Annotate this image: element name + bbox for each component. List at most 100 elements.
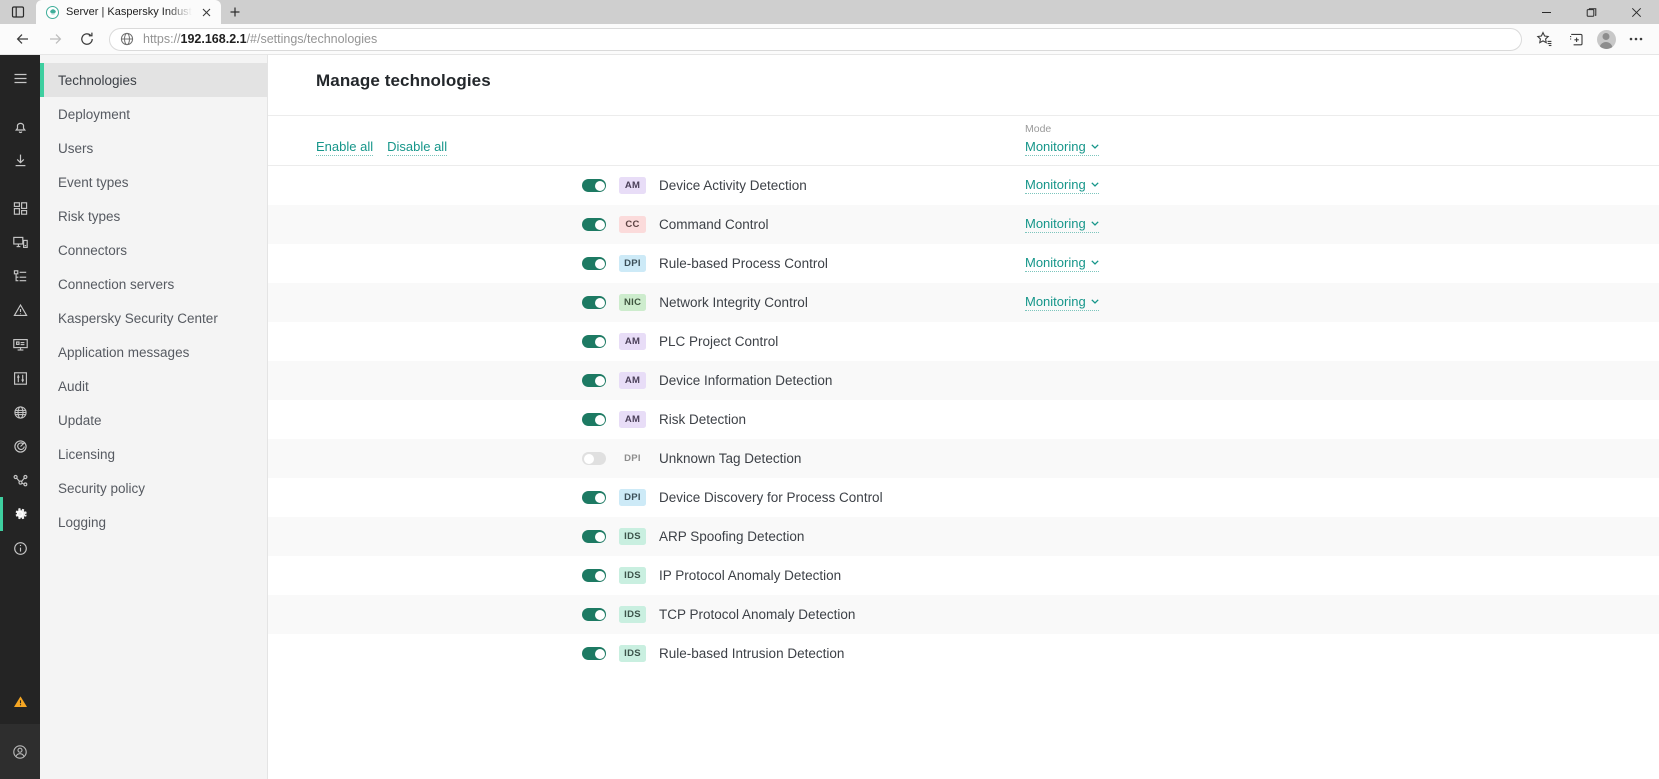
technology-toggle[interactable]: [582, 257, 606, 270]
technology-toggle[interactable]: [582, 647, 606, 660]
technology-toggle[interactable]: [582, 374, 606, 387]
devices-icon[interactable]: [0, 225, 40, 259]
window-close-icon[interactable]: [1614, 0, 1659, 24]
traffic-sliders-icon[interactable]: [0, 361, 40, 395]
bulk-mode-dropdown[interactable]: Monitoring: [1025, 139, 1099, 156]
technology-toggle[interactable]: [582, 179, 606, 192]
nodes-graph-icon[interactable]: [0, 463, 40, 497]
monitor-icon[interactable]: [0, 327, 40, 361]
sidebar-item-label: Application messages: [58, 344, 190, 360]
back-arrow-icon[interactable]: [8, 26, 38, 52]
technology-label: TCP Protocol Anomaly Detection: [659, 607, 856, 622]
technology-mode-value: Monitoring: [1025, 255, 1086, 270]
url-scheme: https://: [143, 32, 181, 46]
sidebar-item-deployment[interactable]: Deployment: [40, 97, 267, 131]
technology-toggle[interactable]: [582, 218, 606, 231]
technology-badge: IDS: [619, 567, 646, 584]
sidebar-item-update[interactable]: Update: [40, 403, 267, 437]
mode-column: Mode Monitoring: [1025, 123, 1099, 165]
technology-toggle[interactable]: [582, 335, 606, 348]
technology-label: ARP Spoofing Detection: [659, 529, 805, 544]
reload-icon[interactable]: [72, 26, 102, 52]
technology-mode-value: Monitoring: [1025, 294, 1086, 309]
collections-icon[interactable]: [1561, 26, 1591, 52]
technology-mode-dropdown[interactable]: Monitoring: [1025, 177, 1099, 194]
close-icon[interactable]: [199, 5, 214, 20]
technology-toggle[interactable]: [582, 413, 606, 426]
technology-toggle[interactable]: [582, 452, 606, 465]
technology-label: IP Protocol Anomaly Detection: [659, 568, 842, 583]
tab-actions-icon[interactable]: [0, 0, 36, 24]
bulk-mode-value: Monitoring: [1025, 139, 1086, 154]
technology-label: Unknown Tag Detection: [659, 451, 802, 466]
table-row[interactable]: NIC Network Integrity Control Monitoring: [268, 283, 1659, 322]
sidebar-item-licensing[interactable]: Licensing: [40, 437, 267, 471]
table-row[interactable]: CC Command Control Monitoring: [268, 205, 1659, 244]
table-row[interactable]: DPI Device Discovery for Process Control: [268, 478, 1659, 517]
profile-avatar-icon[interactable]: [1593, 26, 1619, 52]
sidebar-item-connectors[interactable]: Connectors: [40, 233, 267, 267]
table-row[interactable]: DPI Rule-based Process Control Monitorin…: [268, 244, 1659, 283]
enable-all-link[interactable]: Enable all: [316, 139, 374, 156]
technology-label: Network Integrity Control: [659, 295, 808, 310]
page-title: Manage technologies: [316, 71, 491, 90]
sidebar-item-kaspersky-security-center[interactable]: Kaspersky Security Center: [40, 301, 267, 335]
sidebar-item-label: Security policy: [58, 480, 146, 496]
technology-mode-dropdown[interactable]: Monitoring: [1025, 216, 1099, 233]
sidebar-item-security-policy[interactable]: Security policy: [40, 471, 267, 505]
table-row[interactable]: IDS ARP Spoofing Detection: [268, 517, 1659, 556]
user-account-icon[interactable]: [0, 724, 40, 779]
sidebar-item-application-messages[interactable]: Application messages: [40, 335, 267, 369]
technology-toggle[interactable]: [582, 569, 606, 582]
bell-icon[interactable]: [0, 109, 40, 143]
tab-title: Server | Kaspersky Industrial Cyb: [66, 6, 192, 18]
warning-triangle-icon[interactable]: [0, 293, 40, 327]
mode-column-header: Mode: [1025, 123, 1052, 135]
sidebar-item-risk-types[interactable]: Risk types: [40, 199, 267, 233]
download-icon[interactable]: [0, 143, 40, 177]
table-row[interactable]: IDS TCP Protocol Anomaly Detection: [268, 595, 1659, 634]
table-row[interactable]: AM PLC Project Control: [268, 322, 1659, 361]
sidebar-item-technologies[interactable]: Technologies: [40, 63, 267, 97]
disable-all-link[interactable]: Disable all: [387, 139, 448, 156]
gear-icon[interactable]: [0, 497, 40, 531]
technology-badge: CC: [619, 216, 646, 233]
address-bar[interactable]: https://192.168.2.1/#/settings/technolog…: [109, 27, 1522, 51]
forward-arrow-icon[interactable]: [40, 26, 70, 52]
table-row[interactable]: IDS IP Protocol Anomaly Detection: [268, 556, 1659, 595]
technology-badge: AM: [619, 411, 646, 428]
table-row[interactable]: AM Device Activity Detection Monitoring: [268, 166, 1659, 205]
technology-toggle[interactable]: [582, 491, 606, 504]
technology-mode-dropdown[interactable]: Monitoring: [1025, 294, 1099, 311]
sidebar-item-logging[interactable]: Logging: [40, 505, 267, 539]
technology-badge: AM: [619, 333, 646, 350]
sidebar-item-connection-servers[interactable]: Connection servers: [40, 267, 267, 301]
technology-toggle[interactable]: [582, 296, 606, 309]
browser-tab[interactable]: Server | Kaspersky Industrial Cyb: [36, 0, 221, 24]
technology-mode-dropdown[interactable]: Monitoring: [1025, 255, 1099, 272]
technology-toggle[interactable]: [582, 608, 606, 621]
minimize-icon[interactable]: [1524, 0, 1569, 24]
tree-list-icon[interactable]: [0, 259, 40, 293]
globe-grid-icon[interactable]: [0, 395, 40, 429]
alert-triangle-warning-icon[interactable]: [0, 684, 40, 718]
application-body: Technologies Deployment Users Event type…: [0, 55, 1659, 779]
sidebar-item-users[interactable]: Users: [40, 131, 267, 165]
maximize-icon[interactable]: [1569, 0, 1614, 24]
sidebar-item-event-types[interactable]: Event types: [40, 165, 267, 199]
table-row[interactable]: AM Device Information Detection: [268, 361, 1659, 400]
sidebar-item-label: Connection servers: [58, 276, 175, 292]
table-row[interactable]: AM Risk Detection: [268, 400, 1659, 439]
table-row[interactable]: DPI Unknown Tag Detection: [268, 439, 1659, 478]
hamburger-menu-icon[interactable]: [0, 61, 40, 95]
sidebar-item-audit[interactable]: Audit: [40, 369, 267, 403]
dashboard-grid-icon[interactable]: [0, 191, 40, 225]
favorites-star-icon[interactable]: [1529, 26, 1559, 52]
technology-toggle[interactable]: [582, 530, 606, 543]
table-row[interactable]: IDS Rule-based Intrusion Detection: [268, 634, 1659, 673]
target-icon[interactable]: [0, 429, 40, 463]
new-tab-button[interactable]: [221, 0, 249, 24]
window-controls: [1524, 0, 1659, 24]
more-ellipsis-icon[interactable]: [1621, 26, 1651, 52]
info-circle-icon[interactable]: [0, 531, 40, 565]
